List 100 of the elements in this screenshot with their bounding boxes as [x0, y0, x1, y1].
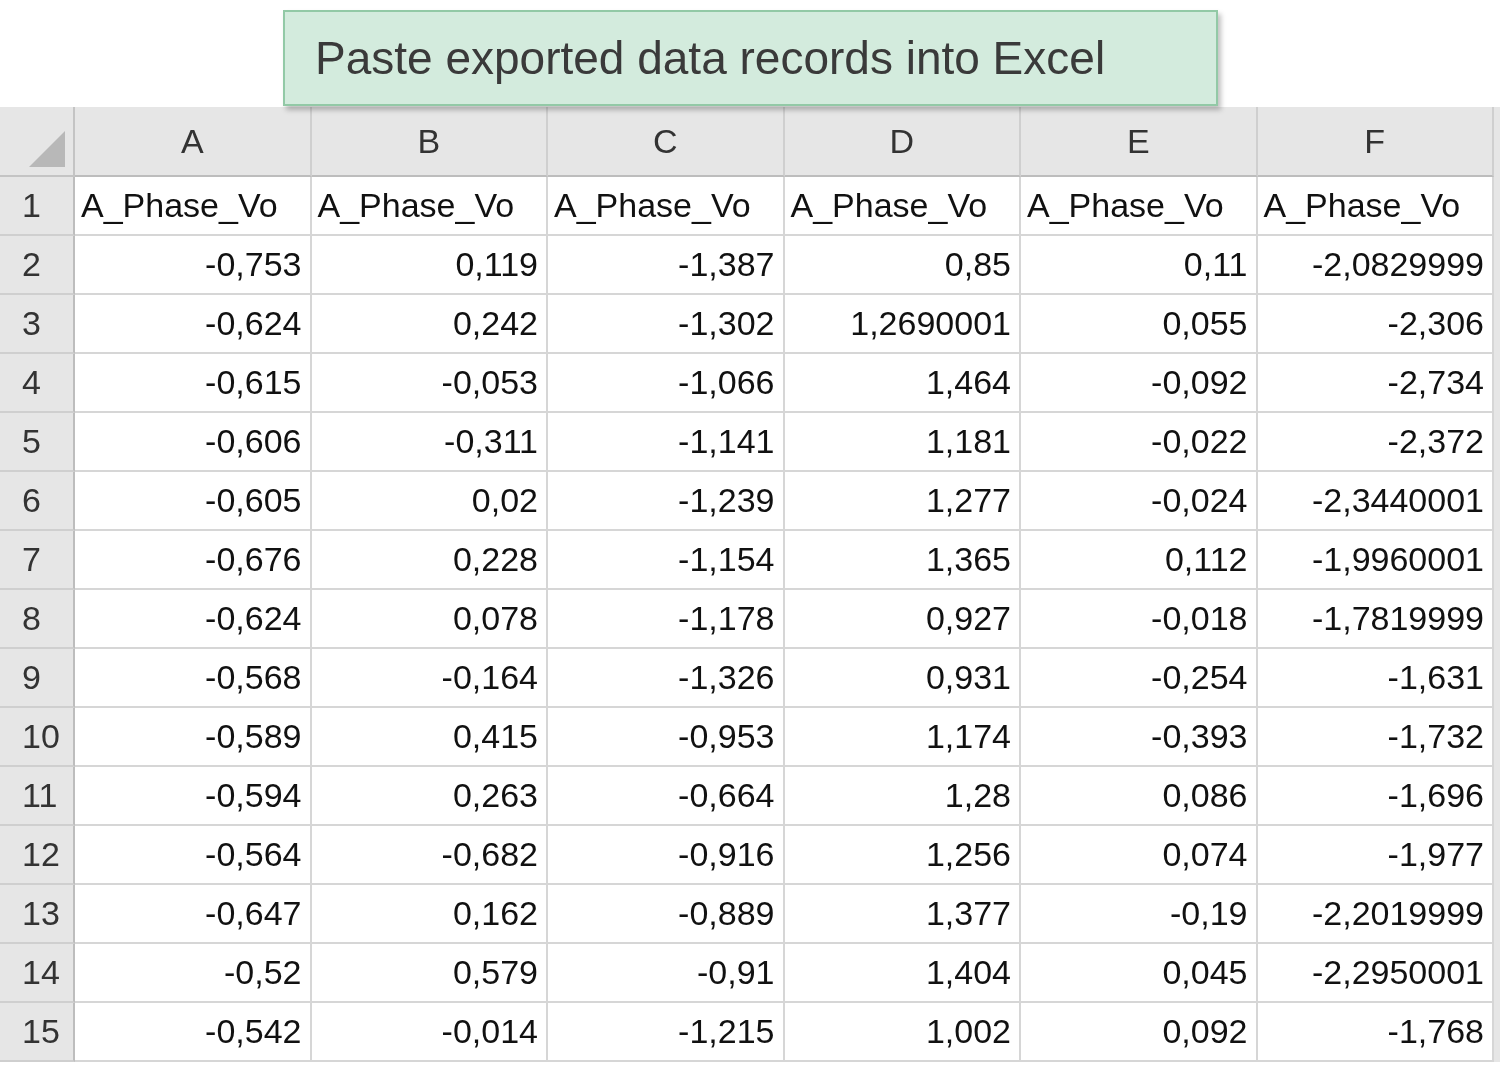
table-cell: -0,564 — [75, 826, 312, 885]
table-cell: 0,927 — [784, 590, 1021, 649]
row-header[interactable]: 12 — [0, 826, 75, 885]
table-cell: A_Phase_Vo — [548, 177, 785, 236]
table-cell: 0,162 — [311, 885, 548, 944]
table-cell: -1,302 — [548, 295, 785, 354]
row-header[interactable]: 13 — [0, 885, 75, 944]
table-cell: -0,19 — [1021, 885, 1258, 944]
table-cell: 1,181 — [784, 413, 1021, 472]
table-cell: 0,112 — [1021, 531, 1258, 590]
table-cell: -1,141 — [548, 413, 785, 472]
table-cell: -1,239 — [548, 472, 785, 531]
table-cell: 0,074 — [1021, 826, 1258, 885]
table-cell: 1,256 — [784, 826, 1021, 885]
table-cell: -2,306 — [1257, 295, 1494, 354]
table-cell: -1,696 — [1257, 767, 1494, 826]
row-header[interactable]: 7 — [0, 531, 75, 590]
row-header[interactable]: 8 — [0, 590, 75, 649]
table-cell: 1,365 — [784, 531, 1021, 590]
row-header[interactable]: 4 — [0, 354, 75, 413]
row-header[interactable]: 6 — [0, 472, 75, 531]
table-cell: -0,889 — [548, 885, 785, 944]
table-cell: 0,415 — [311, 708, 548, 767]
column-header[interactable]: D — [784, 107, 1021, 177]
table-cell: -0,254 — [1021, 649, 1258, 708]
table-cell: -1,178 — [548, 590, 785, 649]
table-cell: -2,2950001 — [1257, 944, 1494, 1003]
table-cell: -0,916 — [548, 826, 785, 885]
table-cell: -0,52 — [75, 944, 312, 1003]
table-cell: 0,092 — [1021, 1003, 1258, 1062]
row-header[interactable]: 2 — [0, 236, 75, 295]
table-cell: -2,0829999 — [1257, 236, 1494, 295]
table-cell: 0,078 — [311, 590, 548, 649]
table-cell: A_Phase_Vo — [75, 177, 312, 236]
table-cell: -1,387 — [548, 236, 785, 295]
column-header[interactable]: C — [548, 107, 785, 177]
table-cell: -1,977 — [1257, 826, 1494, 885]
table-cell: -0,589 — [75, 708, 312, 767]
row-header[interactable]: 5 — [0, 413, 75, 472]
table-cell: -2,734 — [1257, 354, 1494, 413]
table-cell: -1,154 — [548, 531, 785, 590]
table-cell: -0,024 — [1021, 472, 1258, 531]
table-cell: 0,119 — [311, 236, 548, 295]
table-cell: -0,568 — [75, 649, 312, 708]
row-header[interactable]: 11 — [0, 767, 75, 826]
table-cell: 0,045 — [1021, 944, 1258, 1003]
column-header[interactable]: B — [311, 107, 548, 177]
column-header[interactable]: A — [75, 107, 312, 177]
table-cell: -0,605 — [75, 472, 312, 531]
row-header[interactable]: 14 — [0, 944, 75, 1003]
table-cell: -0,682 — [311, 826, 548, 885]
table-cell: -1,732 — [1257, 708, 1494, 767]
table-cell: -1,9960001 — [1257, 531, 1494, 590]
table-cell: -0,624 — [75, 295, 312, 354]
table-cell: -0,753 — [75, 236, 312, 295]
table-cell: 0,85 — [784, 236, 1021, 295]
table-cell: -1,7819999 — [1257, 590, 1494, 649]
table-cell: 1,464 — [784, 354, 1021, 413]
column-header[interactable]: E — [1021, 107, 1258, 177]
table-cell: -1,066 — [548, 354, 785, 413]
row-header[interactable]: 10 — [0, 708, 75, 767]
table-cell: -0,615 — [75, 354, 312, 413]
table-cell: -0,014 — [311, 1003, 548, 1062]
table-cell: 0,086 — [1021, 767, 1258, 826]
row-header[interactable]: 9 — [0, 649, 75, 708]
column-header[interactable]: F — [1257, 107, 1494, 177]
table-cell: -0,092 — [1021, 354, 1258, 413]
table-cell: 1,377 — [784, 885, 1021, 944]
table-cell: 0,579 — [311, 944, 548, 1003]
table-cell: -1,768 — [1257, 1003, 1494, 1062]
row-header[interactable]: 15 — [0, 1003, 75, 1062]
table-cell: 0,228 — [311, 531, 548, 590]
table-cell: 1,002 — [784, 1003, 1021, 1062]
table-cell: -0,164 — [311, 649, 548, 708]
table-cell: -2,3440001 — [1257, 472, 1494, 531]
table-cell: 0,263 — [311, 767, 548, 826]
table-cell: A_Phase_Vo — [311, 177, 548, 236]
table-cell: -0,594 — [75, 767, 312, 826]
table-cell: -0,664 — [548, 767, 785, 826]
table-cell: -2,2019999 — [1257, 885, 1494, 944]
table-cell: A_Phase_Vo — [1021, 177, 1258, 236]
table-cell: -0,953 — [548, 708, 785, 767]
table-cell: 1,277 — [784, 472, 1021, 531]
table-cell: -1,631 — [1257, 649, 1494, 708]
row-header[interactable]: 1 — [0, 177, 75, 236]
row-header[interactable]: 3 — [0, 295, 75, 354]
table-cell: -0,018 — [1021, 590, 1258, 649]
table-cell: -0,393 — [1021, 708, 1258, 767]
table-cell: -0,542 — [75, 1003, 312, 1062]
table-cell: 1,28 — [784, 767, 1021, 826]
table-cell: -0,606 — [75, 413, 312, 472]
select-all-icon[interactable] — [29, 131, 65, 167]
table-cell: 0,11 — [1021, 236, 1258, 295]
table-cell: 0,242 — [311, 295, 548, 354]
table-cell: -0,676 — [75, 531, 312, 590]
table-cell: -0,053 — [311, 354, 548, 413]
table-cell: -0,311 — [311, 413, 548, 472]
table-cell: -0,022 — [1021, 413, 1258, 472]
table-cell: 0,055 — [1021, 295, 1258, 354]
table-cell: A_Phase_Vo — [784, 177, 1021, 236]
